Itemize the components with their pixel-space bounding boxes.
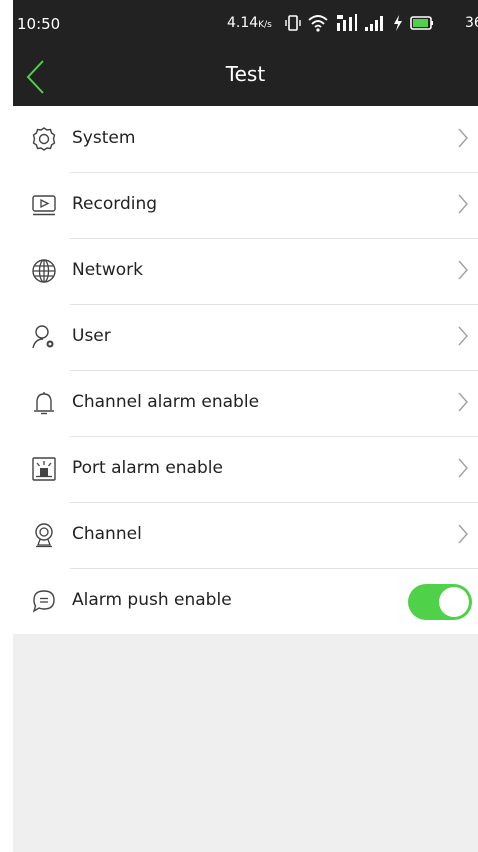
recording-icon (32, 195, 56, 216)
chevron-right-icon (458, 128, 468, 148)
menu-item-label: Channel alarm enable (72, 392, 260, 412)
menu-item-label: User (72, 326, 111, 346)
webcam-icon (35, 523, 53, 548)
signal-icon (364, 14, 386, 32)
menu-item-user[interactable]: User (13, 304, 478, 370)
network-speed: 4.14K/s (227, 15, 272, 31)
user-settings-icon (32, 325, 54, 349)
title-bar: Test (13, 48, 478, 106)
menu-item-label: Recording (72, 194, 158, 214)
chevron-right-icon (458, 524, 468, 544)
menu-item-label: Channel (72, 524, 142, 544)
status-bar: 10:50 4.14K/s 36 (13, 0, 478, 48)
menu-item-label: System (72, 128, 136, 148)
chevron-right-icon (458, 326, 468, 346)
vibrate-icon (285, 14, 301, 32)
menu-item-recording[interactable]: Recording (13, 172, 478, 238)
menu-item-channel[interactable]: Channel (13, 502, 478, 568)
globe-icon (32, 259, 56, 283)
menu-item-label: Port alarm enable (72, 458, 223, 478)
chevron-right-icon (458, 458, 468, 478)
alarm-push-toggle[interactable] (408, 584, 472, 620)
charging-icon (393, 14, 403, 32)
toggle-knob (439, 587, 469, 617)
menu-item-network[interactable]: Network (13, 238, 478, 304)
app-screen: 10:50 4.14K/s 36 (13, 0, 478, 852)
bell-icon (34, 392, 54, 415)
chevron-right-icon (458, 194, 468, 214)
chat-icon (32, 590, 55, 613)
menu-item-alarm-push: Alarm push enable (13, 568, 478, 634)
menu-item-port-alarm[interactable]: Port alarm enable (13, 436, 478, 502)
wifi-icon (308, 14, 328, 32)
chevron-right-icon (458, 392, 468, 412)
menu-item-system[interactable]: System (13, 106, 478, 172)
battery-icon (410, 15, 434, 31)
signal-4g-icon (335, 14, 357, 32)
menu-item-label: Alarm push enable (72, 590, 232, 610)
gear-icon (32, 127, 56, 151)
status-time: 10:50 (17, 15, 61, 33)
settings-list: System Recording Network User Channel al… (13, 106, 478, 634)
status-icons (285, 13, 434, 33)
chevron-right-icon (458, 260, 468, 280)
menu-item-label: Network (72, 260, 143, 280)
menu-item-channel-alarm[interactable]: Channel alarm enable (13, 370, 478, 436)
page-title: Test (225, 62, 266, 86)
port-alarm-icon (32, 457, 56, 481)
battery-level: 36 (465, 15, 478, 31)
